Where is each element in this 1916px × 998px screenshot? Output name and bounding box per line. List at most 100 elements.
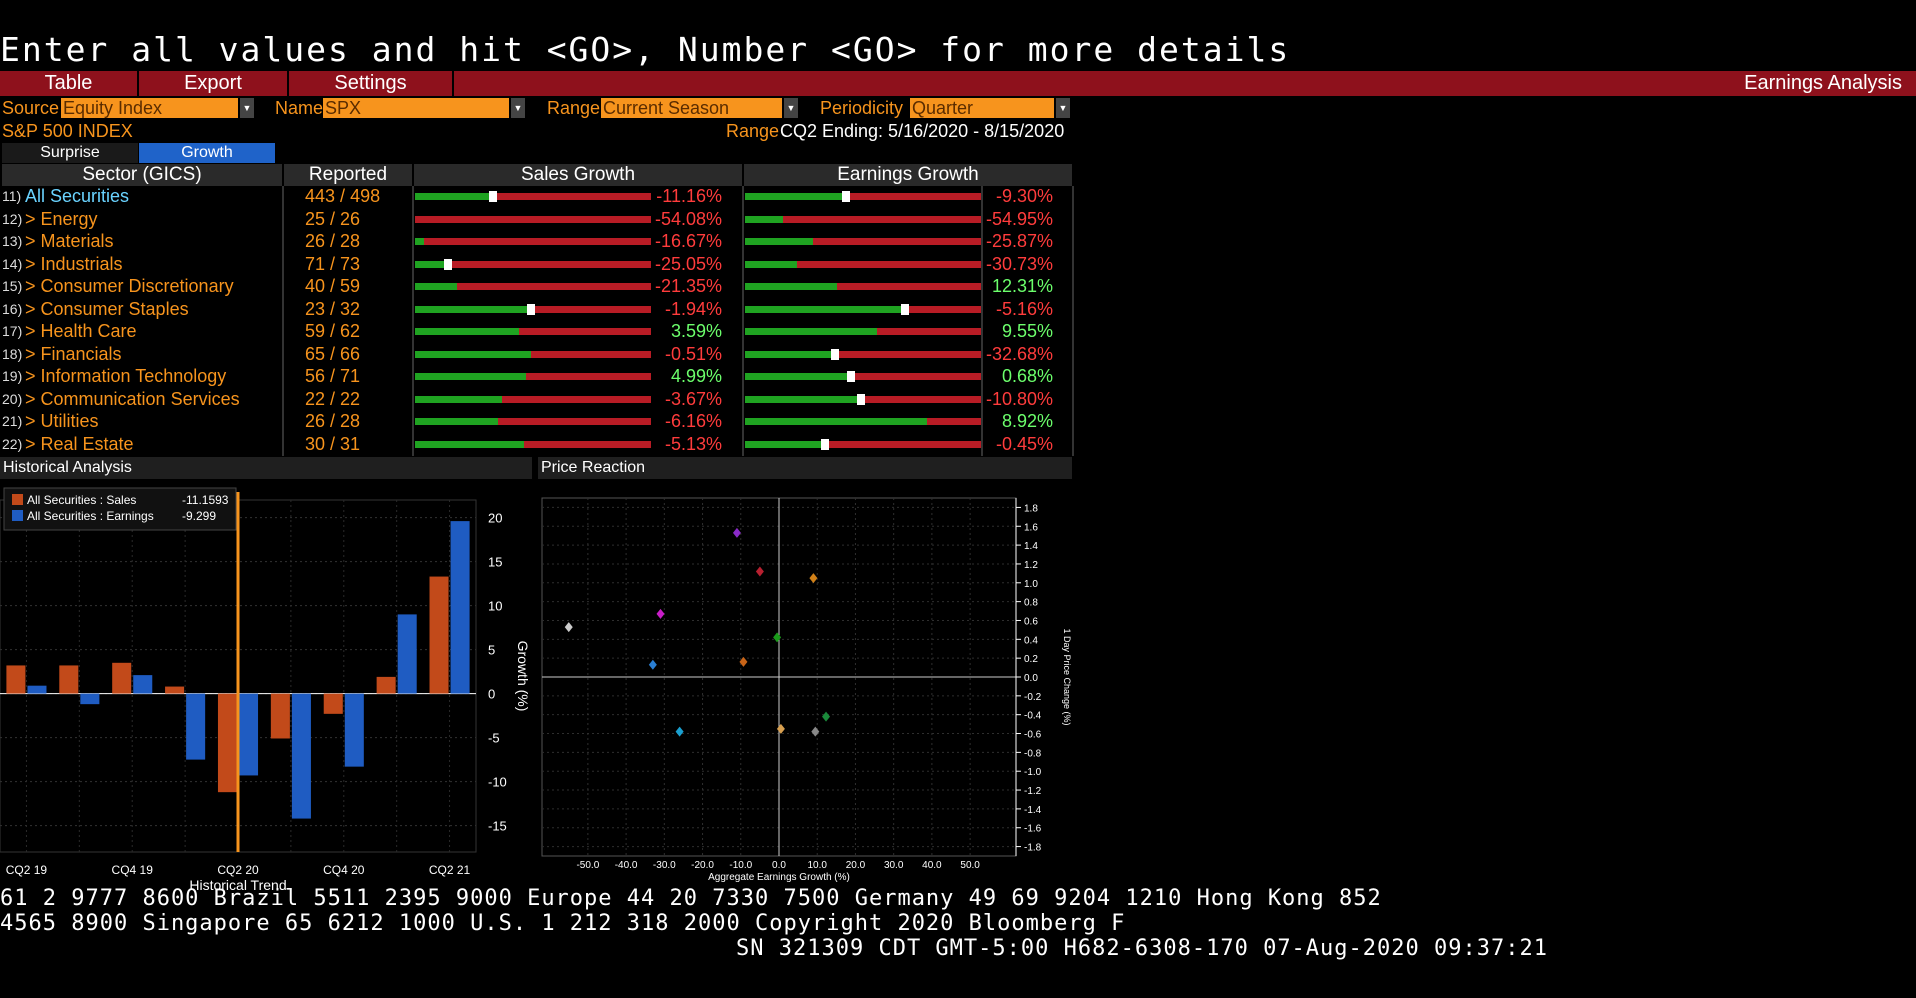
earnings-bar xyxy=(27,685,47,694)
table-menu[interactable]: Table xyxy=(0,71,139,96)
sector-name[interactable]: > Consumer Staples xyxy=(25,299,189,320)
table-row[interactable]: 17) > Health Care 59 / 62 3.59% 9.55% xyxy=(0,321,1080,344)
sector-name[interactable]: > Financials xyxy=(25,344,122,365)
sector-name[interactable]: > Real Estate xyxy=(25,434,134,455)
y-tick-label: -0.2 xyxy=(1024,692,1042,703)
sales-growth-bar xyxy=(415,238,651,245)
tab-surprise[interactable]: Surprise xyxy=(2,143,138,163)
source-field[interactable]: Equity Index xyxy=(61,98,238,118)
table-row[interactable]: 11) All Securities 443 / 498 -11.16% -9.30% xyxy=(0,186,1080,209)
sales-growth-marker xyxy=(488,191,497,202)
sector-name[interactable]: > Utilities xyxy=(25,411,99,432)
y-tick-label: -0.6 xyxy=(1024,730,1042,741)
sector-name[interactable]: > Energy xyxy=(25,209,98,230)
sector-name[interactable]: > Information Technology xyxy=(25,366,226,387)
col-header-earnings-growth[interactable]: Earnings Growth xyxy=(744,164,1072,186)
table-row[interactable]: 13) > Materials 26 / 28 -16.67% -25.87% xyxy=(0,231,1080,254)
earnings-growth-bar xyxy=(745,328,981,335)
reported-count: 443 / 498 xyxy=(305,186,381,206)
total-value: 22 xyxy=(340,388,361,409)
name-dropdown-icon[interactable]: ▼ xyxy=(511,98,525,118)
sales-growth-bar xyxy=(415,418,651,425)
col-header-reported[interactable]: Reported xyxy=(284,164,412,186)
legend-value-earnings: -9.299 xyxy=(182,509,216,523)
sector-name[interactable]: > Health Care xyxy=(25,321,137,342)
x-tick-label: -40.0 xyxy=(615,860,638,871)
price-reaction-scatter-chart: -50.0 -40.0 -30.0 -20.0 -10.0 0.0 10.0 20.0 30.0… xyxy=(541,497,1072,883)
table-row[interactable]: 12) > Energy 25 / 26 -54.08% -54.95% xyxy=(0,209,1080,232)
name-field[interactable]: SPX xyxy=(323,98,509,118)
sales-growth-bar xyxy=(415,395,651,403)
sales-growth-value: -54.08% xyxy=(654,208,722,229)
y-tick-label: 15 xyxy=(488,555,502,570)
sales-growth-fill xyxy=(415,440,524,448)
sector-name[interactable]: All Securities xyxy=(25,186,129,207)
row-number[interactable]: 17) xyxy=(2,323,26,339)
row-number[interactable]: 19) xyxy=(2,368,26,384)
contact-ticker-line-1: 61 2 9777 8600 Brazil 5511 2395 9000 Eur… xyxy=(0,886,1382,911)
table-row[interactable]: 22) > Real Estate 30 / 31 -5.13% -0.45% xyxy=(0,434,1080,457)
row-number[interactable]: 11) xyxy=(2,188,26,204)
col-header-sales-growth[interactable]: Sales Growth xyxy=(414,164,742,186)
legend-swatch-earnings xyxy=(12,510,23,521)
x-tick-label: CQ4 20 xyxy=(323,863,365,877)
range-field[interactable]: Current Season xyxy=(601,98,782,118)
earnings-growth-fill xyxy=(745,215,783,223)
command-line[interactable]: Enter all values and hit <GO>, Number <G… xyxy=(0,30,1290,69)
table-row[interactable]: 19) > Information Technology 56 / 71 4.99% 0… xyxy=(0,366,1080,389)
total-value: 28 xyxy=(340,231,361,251)
total-value: 71 xyxy=(340,366,361,386)
x-tick-label: CQ2 19 xyxy=(6,863,48,877)
earnings-bar xyxy=(450,521,470,694)
earnings-growth-marker xyxy=(856,393,865,405)
table-row[interactable]: 16) > Consumer Staples 23 / 32 -1.94% -5.16% xyxy=(0,299,1080,322)
reported-count: 30 / 31 xyxy=(305,433,361,454)
y-tick-label: 20 xyxy=(488,511,502,526)
row-number[interactable]: 12) xyxy=(2,211,26,227)
sector-name[interactable]: > Communication Services xyxy=(25,389,240,410)
earnings-growth-bar xyxy=(745,238,981,245)
reported-value: 443 xyxy=(305,186,336,206)
legend-label-sales: All Securities : Sales xyxy=(27,493,136,507)
table-row[interactable]: 14) > Industrials 71 / 73 -25.05% -30.73% xyxy=(0,254,1080,277)
row-number[interactable]: 20) xyxy=(2,391,26,407)
earnings-growth-fill xyxy=(745,193,847,200)
row-number[interactable]: 22) xyxy=(2,436,26,452)
earnings-growth-value: -25.87% xyxy=(985,231,1053,251)
tab-growth[interactable]: Growth xyxy=(139,143,275,163)
row-number[interactable]: 21) xyxy=(2,413,26,429)
earnings-growth-fill xyxy=(745,260,797,268)
session-info-line: SN 321309 CDT GMT-5:00 H682-6308-170 07-… xyxy=(736,936,1548,961)
reported-count: 26 / 28 xyxy=(305,411,361,431)
reported-value: 22 xyxy=(305,388,326,409)
row-number[interactable]: 16) xyxy=(2,301,26,317)
legend-swatch-sales xyxy=(12,494,23,505)
row-number[interactable]: 15) xyxy=(2,278,26,294)
row-number[interactable]: 18) xyxy=(2,346,26,362)
range-label: Range xyxy=(547,98,601,118)
sales-growth-marker xyxy=(526,303,535,315)
reported-count: 26 / 28 xyxy=(305,231,361,251)
range-dropdown-icon[interactable]: ▼ xyxy=(784,98,798,118)
sector-name[interactable]: > Consumer Discretionary xyxy=(25,276,234,297)
row-number[interactable]: 14) xyxy=(2,256,26,272)
table-row[interactable]: 21) > Utilities 26 / 28 -6.16% 8.92% xyxy=(0,411,1080,434)
export-menu[interactable]: Export xyxy=(139,71,289,96)
earnings-growth-fill xyxy=(745,418,927,425)
col-header-sector[interactable]: Sector (GICS) xyxy=(2,164,282,186)
range-detail-value: CQ2 Ending: 5/16/2020 - 8/15/2020 xyxy=(780,121,1065,141)
settings-menu[interactable]: Settings xyxy=(289,71,454,96)
y-tick-label: 0.2 xyxy=(1024,654,1038,665)
y-axis-title: 1 Day Price Change (%) xyxy=(1062,628,1072,725)
periodicity-dropdown-icon[interactable]: ▼ xyxy=(1056,98,1070,118)
sector-name[interactable]: > Materials xyxy=(25,231,114,252)
table-row[interactable]: 15) > Consumer Discretionary 40 / 59 -21.35… xyxy=(0,276,1080,299)
periodicity-field[interactable]: Quarter xyxy=(910,98,1054,118)
table-row[interactable]: 20) > Communication Services 22 / 22 -3.67%… xyxy=(0,389,1080,412)
sales-growth-bar xyxy=(415,373,651,380)
y-axis-title: Growth (%) xyxy=(515,641,531,712)
row-number[interactable]: 13) xyxy=(2,233,26,249)
sector-name[interactable]: > Industrials xyxy=(25,254,123,275)
table-row[interactable]: 18) > Financials 65 / 66 -0.51% -32.68% xyxy=(0,344,1080,367)
source-dropdown-icon[interactable]: ▼ xyxy=(240,98,254,118)
